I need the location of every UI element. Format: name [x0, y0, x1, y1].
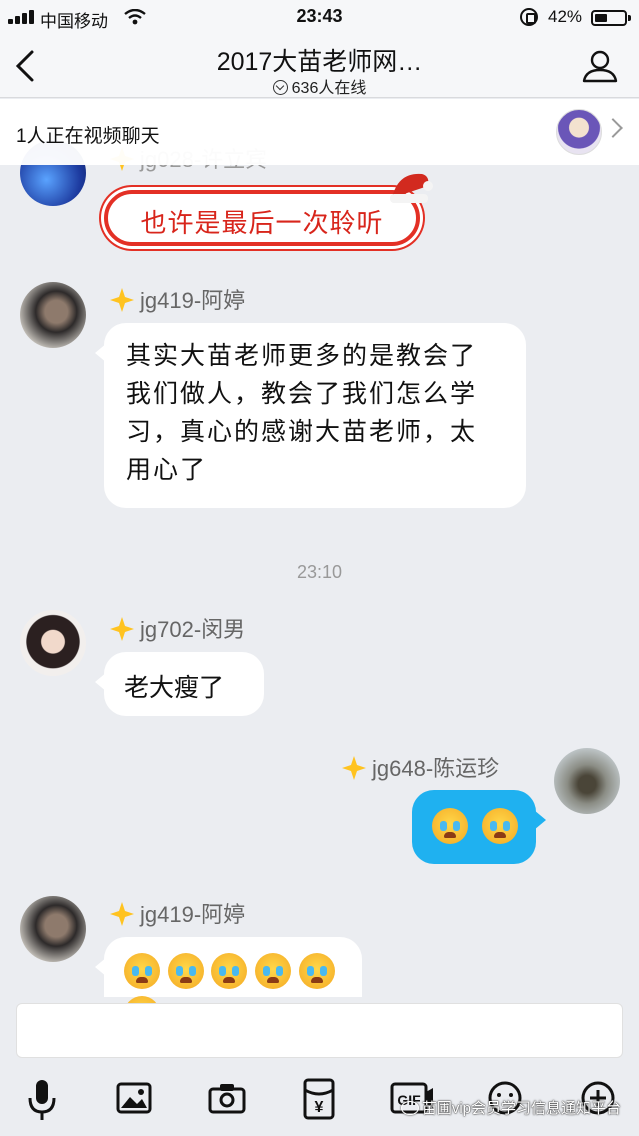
dropdown-circle-icon	[272, 80, 288, 95]
member-star-icon	[110, 288, 134, 312]
member-star-icon	[342, 756, 366, 780]
wechat-icon	[400, 1101, 419, 1115]
message-bubble[interactable]: 也许是最后一次聆听	[104, 190, 420, 246]
crying-emoji-icon	[124, 953, 160, 989]
battery-percentage: 42%	[548, 7, 583, 26]
crying-emoji-icon	[167, 953, 204, 989]
message-line: 我们做人，教会了我们怎么学	[126, 379, 478, 408]
message-text: 也许是最后一次聆听	[140, 208, 384, 238]
red-packet-icon[interactable]: ¥	[303, 1078, 335, 1120]
message-bubble[interactable]: 老大瘦了	[95, 652, 264, 716]
status-bar: 中国移动 23:43 42%	[0, 0, 639, 34]
status-time: 23:43	[296, 6, 343, 26]
message-bubble[interactable]	[95, 937, 362, 1032]
chevron-right-icon	[603, 118, 623, 138]
sender-name: jg419-阿婷	[110, 897, 245, 929]
chat-header: 2017大苗老师网… 636人在线	[0, 34, 639, 98]
avatar[interactable]	[20, 282, 86, 348]
svg-text:¥: ¥	[315, 1099, 324, 1116]
crying-emoji-icon	[481, 808, 518, 844]
group-title[interactable]: 2017大苗老师网…	[0, 42, 639, 78]
message-bubble[interactable]: 其实大苗老师更多的是教会了 我们做人，教会了我们怎么学 习，真心的感谢大苗老师，…	[95, 323, 526, 508]
member-star-icon	[110, 617, 134, 641]
battery-icon	[591, 10, 631, 26]
watermark: 苗圃vip会员学习信息通知平台	[400, 1097, 621, 1118]
online-count-label: 636人在线	[291, 80, 367, 97]
member-star-icon	[110, 902, 134, 926]
crying-emoji-icon	[211, 953, 248, 989]
message-text: 老大瘦了	[124, 674, 225, 702]
santa-hat-icon	[390, 173, 433, 203]
message-line: 其实大苗老师更多的是教会了	[126, 341, 478, 370]
rotation-lock-icon	[520, 8, 538, 26]
message-bubble[interactable]	[412, 790, 546, 864]
crying-emoji-icon	[432, 808, 468, 844]
avatar[interactable]	[554, 748, 620, 814]
avatar	[556, 109, 602, 155]
crying-emoji-icon	[255, 953, 292, 989]
message-line: 习，真心的感谢大苗老师，太	[126, 417, 478, 446]
group-members-icon[interactable]	[580, 46, 620, 86]
crying-emoji-icon	[298, 953, 335, 989]
sender-name: jg419-阿婷	[110, 283, 245, 315]
avatar[interactable]	[20, 610, 86, 676]
message-line: 用心了	[126, 455, 208, 484]
camera-icon[interactable]	[208, 1082, 246, 1114]
avatar[interactable]	[20, 896, 86, 962]
sender-name: jg648-陈运珍	[342, 751, 499, 783]
timestamp: 23:10	[296, 562, 343, 582]
microphone-icon[interactable]	[25, 1078, 59, 1122]
video-chat-banner[interactable]: 1人正在视频聊天	[0, 99, 639, 165]
sender-name: jg702-闵男	[110, 612, 245, 644]
image-icon[interactable]	[116, 1082, 152, 1114]
online-count[interactable]: 636人在线	[0, 74, 639, 98]
video-chat-label: 1人正在视频聊天	[16, 126, 160, 147]
message-input[interactable]	[16, 1003, 623, 1058]
